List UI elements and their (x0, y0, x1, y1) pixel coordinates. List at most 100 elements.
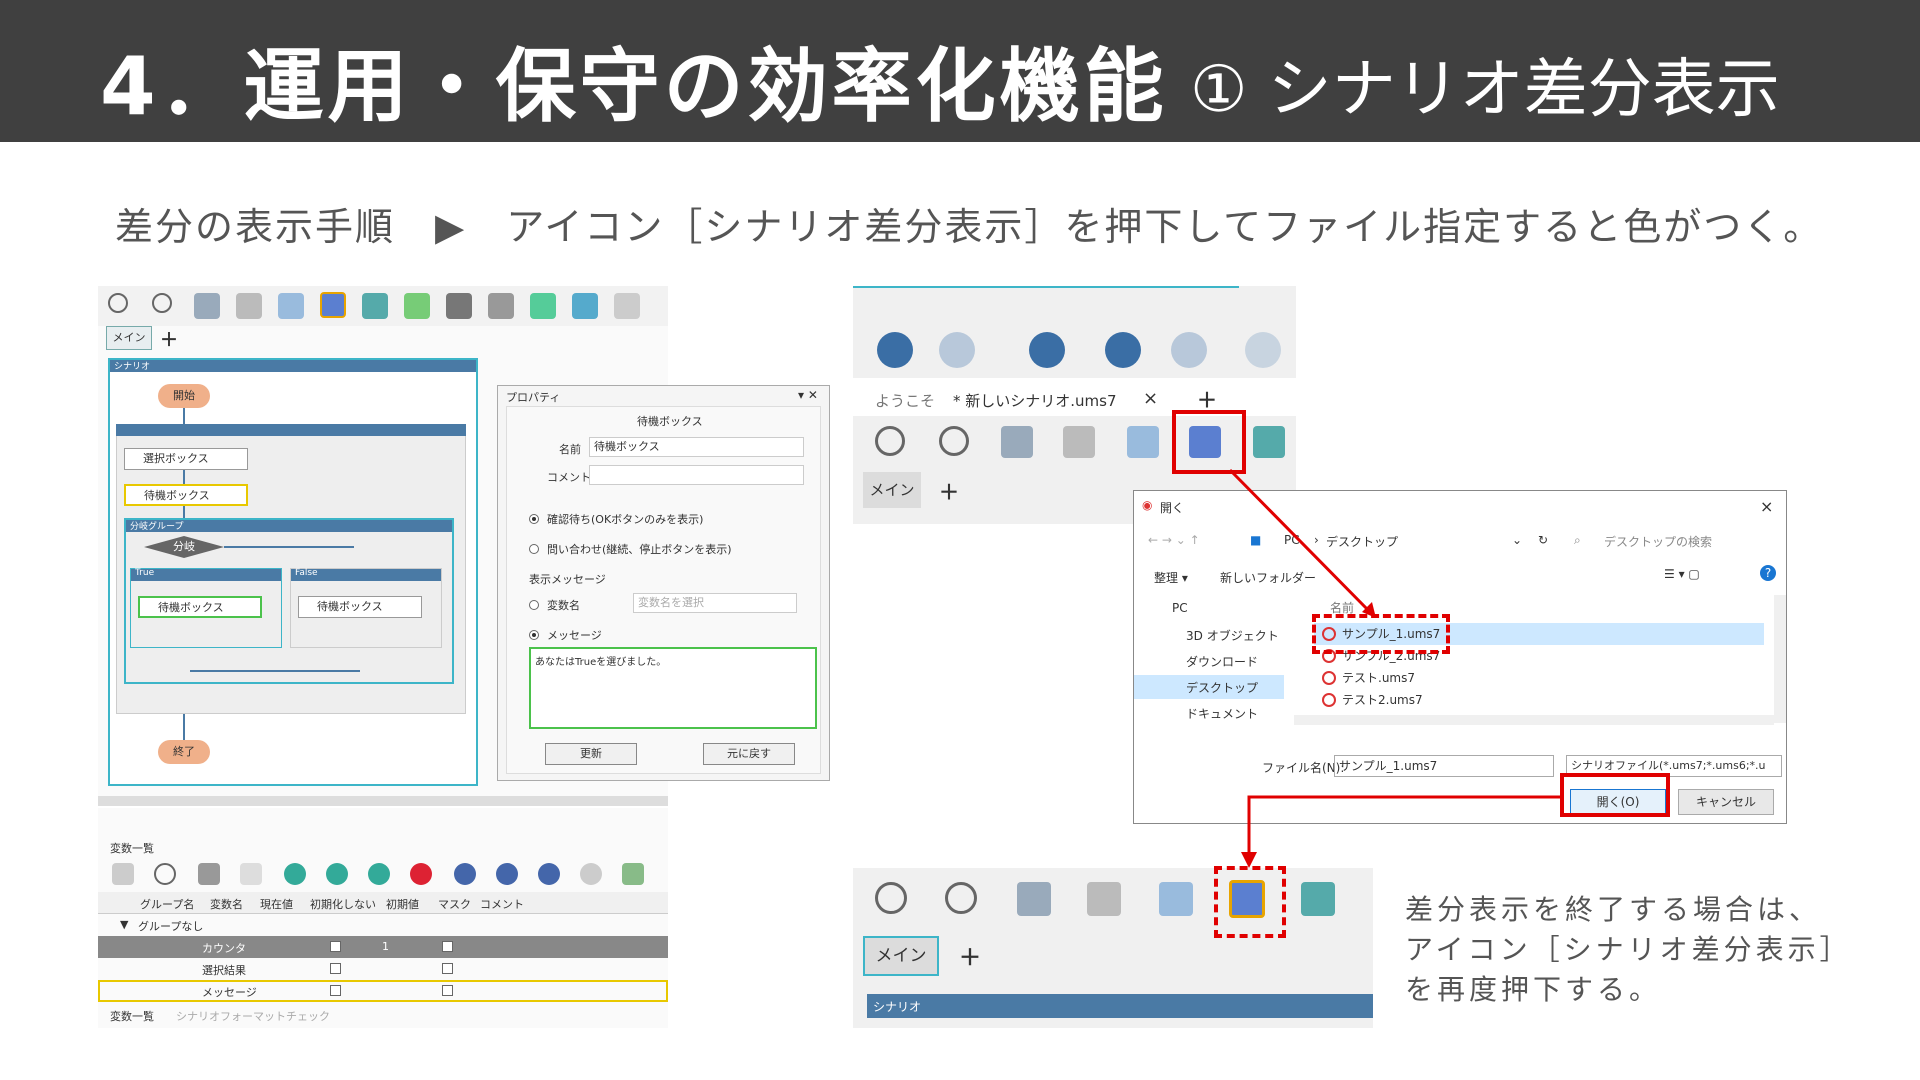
table-row[interactable]: メッセージ (98, 980, 668, 1002)
nav-item-3d[interactable]: 3D オブジェクト (1186, 627, 1279, 644)
page-icon[interactable] (488, 293, 514, 319)
view-icon[interactable]: ☰ ▾ ▢ (1664, 567, 1700, 581)
group-row[interactable]: ▼ グループなし (98, 914, 668, 936)
settings-icon[interactable] (236, 293, 262, 319)
nav-item-desktop[interactable]: デスクトップ (1186, 679, 1258, 696)
tab-variables[interactable]: 変数一覧 (110, 1008, 154, 1024)
tab-close-icon[interactable]: × (1143, 388, 1158, 409)
step-icon[interactable] (1105, 332, 1141, 368)
refresh-icon[interactable]: ↻ (1538, 533, 1548, 547)
no-init-checkbox[interactable] (330, 941, 341, 952)
tab-file[interactable]: * 新しいシナリオ.ums7 (953, 390, 1117, 411)
table-row[interactable]: 選択結果 (98, 958, 668, 980)
add-tab-button[interactable]: ＋ (939, 476, 959, 505)
stack-icon[interactable] (446, 293, 472, 319)
tab-main[interactable]: メイン (863, 472, 921, 508)
wait-box-node[interactable]: 待機ボックス (124, 484, 248, 506)
redo-icon[interactable] (939, 332, 975, 368)
grid-icon[interactable] (614, 293, 640, 319)
move-down-icon[interactable] (368, 863, 390, 885)
cancel-button[interactable]: キャンセル (1678, 789, 1774, 815)
run-icon[interactable] (1029, 332, 1065, 368)
add-tab-button[interactable]: ＋ (1197, 384, 1217, 413)
settings-icon[interactable] (1063, 426, 1095, 458)
stop-icon[interactable] (1245, 332, 1281, 368)
undo-icon[interactable] (877, 332, 913, 368)
tab-main[interactable]: メイン (863, 936, 939, 976)
image-settings-icon[interactable] (1017, 882, 1051, 916)
filename-input[interactable]: サンプル_1.ums7 (1334, 755, 1554, 777)
add-tab-button[interactable]: ＋ (160, 326, 178, 352)
zoom-out-icon[interactable] (152, 293, 172, 313)
help-icon[interactable]: ? (1760, 565, 1776, 581)
var-name-select[interactable]: 変数名を選択 (633, 593, 797, 613)
nav-item-documents[interactable]: ドキュメント (1186, 705, 1258, 722)
radio-message[interactable] (529, 630, 539, 640)
radio-var-name[interactable] (529, 600, 539, 610)
update-button[interactable]: 更新 (545, 743, 637, 765)
table-row[interactable]: カウンタ 1 (98, 936, 668, 958)
image-settings-icon[interactable] (1001, 426, 1033, 458)
close-icon[interactable]: × (1760, 497, 1773, 516)
breadcrumb-pc[interactable]: PC (1284, 533, 1300, 547)
group-up-icon[interactable] (496, 863, 518, 885)
revert-button[interactable]: 元に戻す (703, 743, 795, 765)
monitor-icon[interactable] (278, 293, 304, 319)
pause-icon[interactable] (1171, 332, 1207, 368)
group-down-icon[interactable] (538, 863, 560, 885)
monitor-icon[interactable] (1159, 882, 1193, 916)
horizontal-scrollbar[interactable] (1294, 715, 1774, 725)
edit-icon[interactable] (622, 863, 644, 885)
table-icon[interactable] (112, 863, 134, 885)
radio-inquiry[interactable] (529, 544, 539, 554)
remove-group-icon[interactable] (580, 863, 602, 885)
nav-item-pc[interactable]: PC (1172, 601, 1188, 615)
upload-icon[interactable] (404, 293, 430, 319)
window-icon[interactable] (362, 293, 388, 319)
radio-confirm[interactable] (529, 514, 539, 524)
zoom-in-icon[interactable] (875, 882, 907, 914)
breadcrumb-desktop[interactable]: デスクトップ (1326, 533, 1398, 550)
start-node[interactable]: 開始 (158, 384, 210, 408)
no-init-checkbox[interactable] (330, 985, 341, 996)
horizontal-scrollbar[interactable] (98, 796, 668, 806)
wait-box-true-node[interactable]: 待機ボックス (138, 596, 262, 618)
search-icon[interactable] (154, 863, 176, 885)
tab-main[interactable]: メイン (106, 326, 152, 350)
zoom-out-icon[interactable] (945, 882, 977, 914)
expand-icon[interactable]: ▼ (120, 918, 128, 931)
nav-item-download[interactable]: ダウンロード (1186, 653, 1258, 670)
zoom-out-icon[interactable] (939, 426, 969, 456)
settings-icon[interactable] (1087, 882, 1121, 916)
end-node[interactable]: 終了 (158, 740, 210, 764)
select-box-node[interactable]: 選択ボックス (124, 448, 248, 470)
swap-icon[interactable] (572, 293, 598, 319)
chevron-down-icon[interactable]: ⌄ (1512, 533, 1522, 547)
mask-checkbox[interactable] (442, 963, 453, 974)
no-init-checkbox[interactable] (330, 963, 341, 974)
monitor-icon[interactable] (1127, 426, 1159, 458)
add-icon[interactable] (284, 863, 306, 885)
nav-back-icon[interactable]: ← → ⌄ ↑ (1148, 533, 1200, 547)
comment-field[interactable] (589, 465, 804, 485)
window-icon[interactable] (1253, 426, 1285, 458)
add-box-icon[interactable] (530, 293, 556, 319)
message-textarea[interactable]: あなたはTrueを選びました。 (529, 647, 817, 729)
name-field[interactable]: 待機ボックス (589, 437, 804, 457)
file-item[interactable]: テスト2.ums7 (1314, 689, 1764, 711)
wait-box-false-node[interactable]: 待機ボックス (298, 596, 422, 618)
image-settings-icon[interactable] (194, 293, 220, 319)
search-input[interactable]: デスクトップの検索 (1604, 533, 1712, 550)
scenario-diff-icon[interactable] (320, 292, 346, 318)
zoom-in-icon[interactable] (875, 426, 905, 456)
remove-icon[interactable] (410, 863, 432, 885)
window-icon[interactable] (1301, 882, 1335, 916)
move-up-icon[interactable] (326, 863, 348, 885)
vertical-scrollbar[interactable] (1774, 595, 1786, 723)
mask-checkbox[interactable] (442, 941, 453, 952)
variable-icon[interactable] (198, 863, 220, 885)
delete-var-icon[interactable] (240, 863, 262, 885)
file-item[interactable]: テスト.ums7 (1314, 667, 1764, 689)
zoom-in-icon[interactable] (108, 293, 128, 313)
organize-button[interactable]: 整理 ▾ (1154, 569, 1188, 586)
